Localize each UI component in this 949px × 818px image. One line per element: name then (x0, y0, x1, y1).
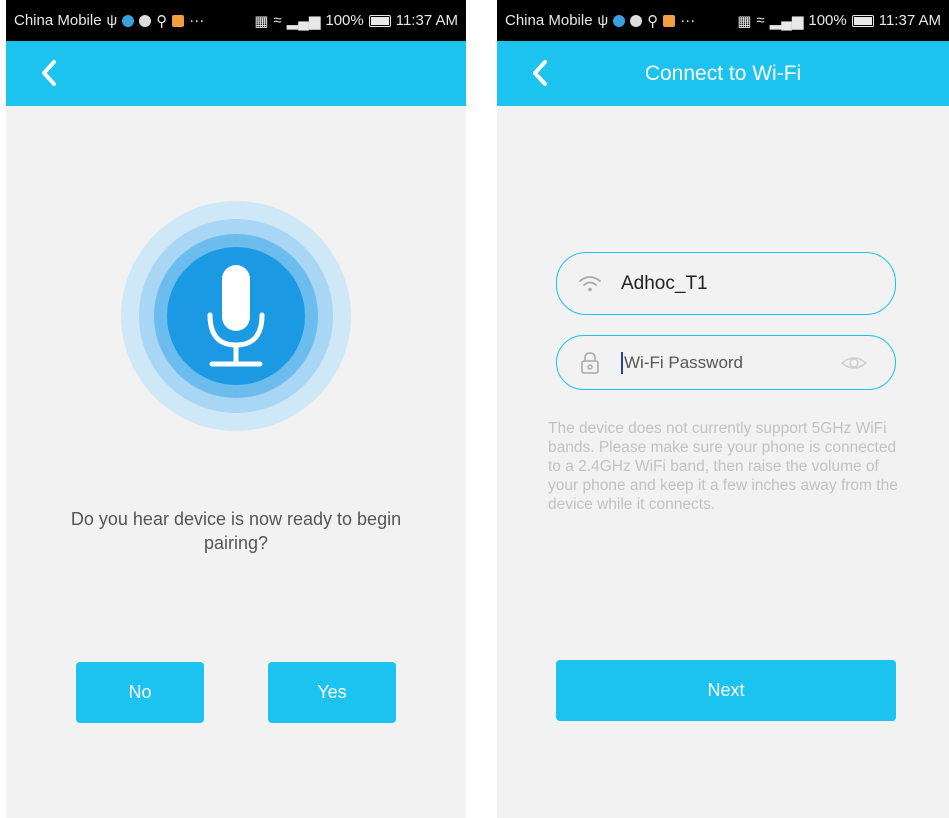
usb-icon: ψ (597, 12, 609, 29)
chat-notification-icon (139, 14, 152, 27)
lock-icon (577, 350, 603, 376)
vibrate-icon: ▦ (254, 12, 269, 30)
back-button[interactable] (523, 55, 557, 91)
back-button[interactable] (32, 55, 66, 91)
vibrate-icon: ▦ (737, 12, 752, 30)
phone-screen-pairing: China Mobile ψ ⚲ ··· ▦ ≈ ▂▄▆ 100% 11:37 … (6, 0, 466, 818)
key-icon: ⚲ (647, 12, 659, 30)
microphone-graphic (121, 201, 351, 431)
clock: 11:37 AM (878, 12, 941, 29)
wifi-ssid-value: Adhoc_T1 (621, 272, 708, 294)
phone-screen-connect-wifi: China Mobile ψ ⚲ ··· ▦ ≈ ▂▄▆ 100% 11:37 … (497, 0, 949, 818)
yes-button[interactable]: Yes (268, 662, 396, 723)
app-bar: Connect to Wi-Fi (497, 41, 949, 106)
battery-icon (851, 14, 874, 27)
microphone-icon (207, 265, 265, 367)
chat-notification-icon (630, 14, 643, 27)
app-bar (6, 41, 466, 106)
signal-icon: ▂▄▆ (769, 12, 804, 30)
wifi-password-input[interactable] (621, 351, 826, 374)
battery-percent: 100% (808, 12, 847, 29)
app-notification-icon (613, 14, 626, 27)
page-title: Connect to Wi-Fi (644, 61, 802, 85)
key-icon: ⚲ (156, 12, 168, 30)
battery-percent: 100% (325, 12, 364, 29)
wifi-password-field[interactable] (556, 335, 896, 390)
more-notifications-icon: ··· (189, 12, 205, 29)
app-notification-icon (122, 14, 135, 27)
back-chevron-icon (533, 60, 547, 86)
wifi-icon (577, 271, 603, 297)
status-bar: China Mobile ψ ⚲ ··· ▦ ≈ ▂▄▆ 100% 11:37 … (6, 0, 466, 41)
wifi-ssid-field[interactable]: Adhoc_T1 (556, 252, 896, 315)
usb-icon: ψ (106, 12, 118, 29)
battery-icon (368, 14, 391, 27)
no-button[interactable]: No (76, 662, 204, 723)
wifi-status-icon: ≈ (273, 12, 282, 29)
next-button[interactable]: Next (556, 660, 896, 721)
app-icon (172, 14, 185, 27)
status-bar: China Mobile ψ ⚲ ··· ▦ ≈ ▂▄▆ 100% 11:37 … (497, 0, 949, 41)
back-chevron-icon (42, 60, 56, 86)
wifi-band-note: The device does not currently support 5G… (548, 420, 898, 513)
more-notifications-icon: ··· (680, 12, 696, 29)
signal-icon: ▂▄▆ (286, 12, 321, 30)
clock: 11:37 AM (395, 12, 458, 29)
carrier-label: China Mobile (505, 12, 593, 29)
carrier-label: China Mobile (14, 12, 102, 29)
wifi-status-icon: ≈ (756, 12, 765, 29)
app-icon (663, 14, 676, 27)
eye-icon[interactable] (841, 351, 867, 375)
pairing-question: Do you hear device is now ready to begin… (70, 509, 402, 553)
